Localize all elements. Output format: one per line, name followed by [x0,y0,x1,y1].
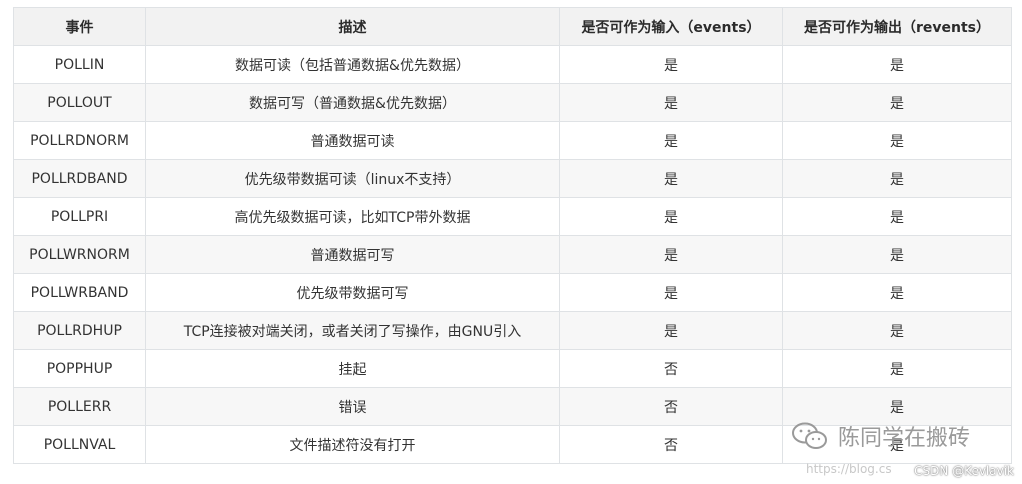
events-table-container: 事件 描述 是否可作为输入（events） 是否可作为输出（revents） P… [13,7,1012,464]
event-cell: POLLPRI [13,197,146,236]
event-cell: POLLRDHUP [13,311,146,350]
output-cell: 是 [782,159,1012,198]
table-row: POLLRDNORM 普通数据可读 是 是 [13,121,1012,160]
description-cell: 数据可读（包括普通数据&优先数据） [145,45,560,84]
table-row: POPPHUP 挂起 否 是 [13,349,1012,388]
event-cell: POLLRDBAND [13,159,146,198]
column-header-event: 事件 [13,7,146,46]
input-cell: 是 [559,159,783,198]
table-body: POLLIN 数据可读（包括普通数据&优先数据） 是 是 POLLOUT 数据可… [13,45,1012,464]
poll-events-table: 事件 描述 是否可作为输入（events） 是否可作为输出（revents） P… [13,7,1012,464]
description-cell: 优先级带数据可写 [145,273,560,312]
column-header-output: 是否可作为输出（revents） [782,7,1012,46]
event-cell: POLLNVAL [13,425,146,464]
description-cell: 错误 [145,387,560,426]
output-cell: 是 [782,387,1012,426]
table-row: POLLOUT 数据可写（普通数据&优先数据） 是 是 [13,83,1012,122]
table-row: POLLWRNORM 普通数据可写 是 是 [13,235,1012,274]
event-cell: POLLOUT [13,83,146,122]
input-cell: 否 [559,349,783,388]
input-cell: 是 [559,83,783,122]
input-cell: 是 [559,121,783,160]
event-cell: POLLWRNORM [13,235,146,274]
input-cell: 是 [559,45,783,84]
input-cell: 否 [559,425,783,464]
table-row: POLLERR 错误 否 是 [13,387,1012,426]
watermark-url: https://blog.cs [806,462,892,476]
table-row: POLLWRBAND 优先级带数据可写 是 是 [13,273,1012,312]
event-cell: POLLRDNORM [13,121,146,160]
column-header-input: 是否可作为输入（events） [559,7,783,46]
input-cell: 否 [559,387,783,426]
table-header: 事件 描述 是否可作为输入（events） 是否可作为输出（revents） [13,7,1012,46]
column-header-description: 描述 [145,7,560,46]
table-row: POLLIN 数据可读（包括普通数据&优先数据） 是 是 [13,45,1012,84]
description-cell: 普通数据可读 [145,121,560,160]
event-cell: POLLERR [13,387,146,426]
output-cell: 是 [782,45,1012,84]
input-cell: 是 [559,235,783,274]
description-cell: TCP连接被对端关闭，或者关闭了写操作，由GNU引入 [145,311,560,350]
output-cell: 是 [782,311,1012,350]
output-cell: 是 [782,425,1012,464]
csdn-author-mark: CSDN @Kevlavik [914,464,1014,478]
description-cell: 文件描述符没有打开 [145,425,560,464]
table-row: POLLRDHUP TCP连接被对端关闭，或者关闭了写操作，由GNU引入 是 是 [13,311,1012,350]
input-cell: 是 [559,273,783,312]
event-cell: POLLWRBAND [13,273,146,312]
description-cell: 优先级带数据可读（linux不支持） [145,159,560,198]
input-cell: 是 [559,197,783,236]
description-cell: 高优先级数据可读，比如TCP带外数据 [145,197,560,236]
event-cell: POPPHUP [13,349,146,388]
output-cell: 是 [782,83,1012,122]
output-cell: 是 [782,273,1012,312]
header-row: 事件 描述 是否可作为输入（events） 是否可作为输出（revents） [13,7,1012,46]
output-cell: 是 [782,121,1012,160]
output-cell: 是 [782,235,1012,274]
output-cell: 是 [782,197,1012,236]
output-cell: 是 [782,349,1012,388]
description-cell: 普通数据可写 [145,235,560,274]
input-cell: 是 [559,311,783,350]
table-row: POLLNVAL 文件描述符没有打开 否 是 [13,425,1012,464]
description-cell: 数据可写（普通数据&优先数据） [145,83,560,122]
table-row: POLLPRI 高优先级数据可读，比如TCP带外数据 是 是 [13,197,1012,236]
table-row: POLLRDBAND 优先级带数据可读（linux不支持） 是 是 [13,159,1012,198]
event-cell: POLLIN [13,45,146,84]
description-cell: 挂起 [145,349,560,388]
